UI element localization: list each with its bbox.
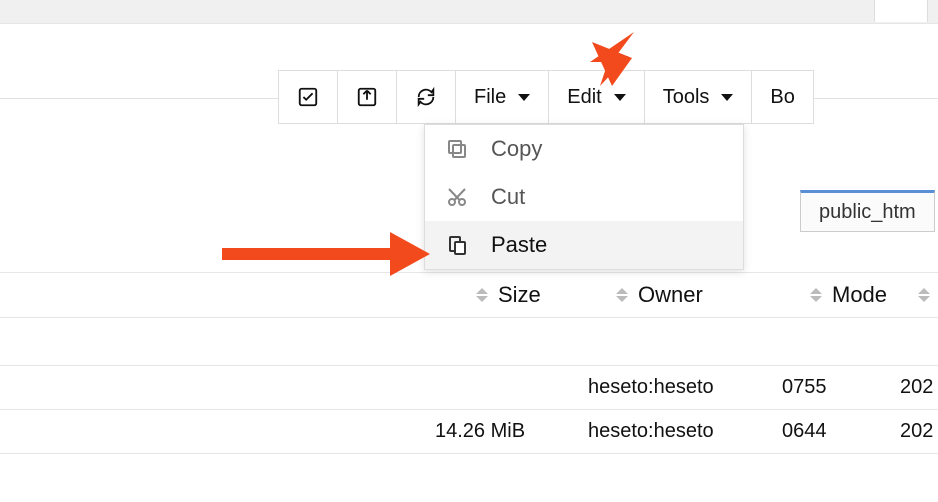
cell-owner: heseto:heseto — [588, 376, 714, 399]
toolbar: File Edit Tools Bo — [278, 70, 814, 124]
file-menu[interactable]: File — [456, 71, 549, 123]
tools-menu-label: Tools — [663, 86, 710, 109]
tab-label: public_htm — [819, 201, 916, 224]
cell-mode: 0755 — [782, 376, 827, 399]
cell-date: 202 — [900, 420, 933, 443]
sort-icon — [918, 288, 930, 302]
caret-down-icon — [614, 94, 626, 101]
tools-menu[interactable]: Tools — [645, 71, 753, 123]
column-label: Mode — [832, 282, 887, 308]
column-size[interactable]: Size — [476, 282, 541, 308]
table-row[interactable]: 14.26 MiB heseto:heseto 0644 202 — [0, 410, 938, 454]
cell-date: 202 — [900, 376, 933, 399]
caret-down-icon — [721, 94, 733, 101]
menu-item-copy[interactable]: Copy — [425, 125, 743, 173]
table-row[interactable]: heseto:heseto 0755 202 — [0, 366, 938, 410]
sort-icon — [476, 288, 488, 302]
file-table: Size Owner Mode M heseto:heseto 0755 202… — [0, 272, 938, 454]
column-label: Size — [498, 282, 541, 308]
select-all-button[interactable] — [279, 71, 338, 123]
column-partial[interactable]: M — [918, 282, 938, 308]
refresh-button[interactable] — [397, 71, 456, 123]
checkbox-icon — [297, 86, 319, 108]
refresh-icon — [415, 86, 437, 108]
edit-dropdown: Copy Cut Paste — [424, 124, 744, 270]
table-spacer-row — [0, 318, 938, 366]
sort-icon — [616, 288, 628, 302]
cell-owner: heseto:heseto — [588, 420, 714, 443]
top-strip — [0, 0, 938, 24]
paste-icon — [445, 233, 469, 257]
cell-mode: 0644 — [782, 420, 827, 443]
sort-icon — [810, 288, 822, 302]
path-tabs: public_htm — [800, 190, 935, 232]
menu-item-label: Cut — [491, 184, 525, 210]
cell-size: 14.26 MiB — [435, 420, 525, 443]
copy-icon — [445, 137, 469, 161]
share-button[interactable] — [338, 71, 397, 123]
top-strip-button[interactable] — [874, 0, 928, 22]
bookmarks-menu[interactable]: Bo — [752, 71, 812, 123]
column-mode[interactable]: Mode — [810, 282, 887, 308]
bookmarks-menu-label: Bo — [770, 86, 794, 109]
menu-item-label: Paste — [491, 232, 547, 258]
annotation-arrow-paste — [222, 232, 432, 276]
column-label: Owner — [638, 282, 703, 308]
cut-icon — [445, 185, 469, 209]
toolbar-container: File Edit Tools Bo — [0, 24, 938, 99]
table-header: Size Owner Mode M — [0, 272, 938, 318]
file-menu-label: File — [474, 86, 506, 109]
caret-down-icon — [518, 94, 530, 101]
menu-item-label: Copy — [491, 136, 542, 162]
menu-item-cut[interactable]: Cut — [425, 173, 743, 221]
annotation-arrow-edit — [574, 28, 654, 92]
column-owner[interactable]: Owner — [616, 282, 703, 308]
share-icon — [356, 86, 378, 108]
menu-item-paste[interactable]: Paste — [425, 221, 743, 269]
tab-public-html[interactable]: public_htm — [800, 190, 935, 232]
